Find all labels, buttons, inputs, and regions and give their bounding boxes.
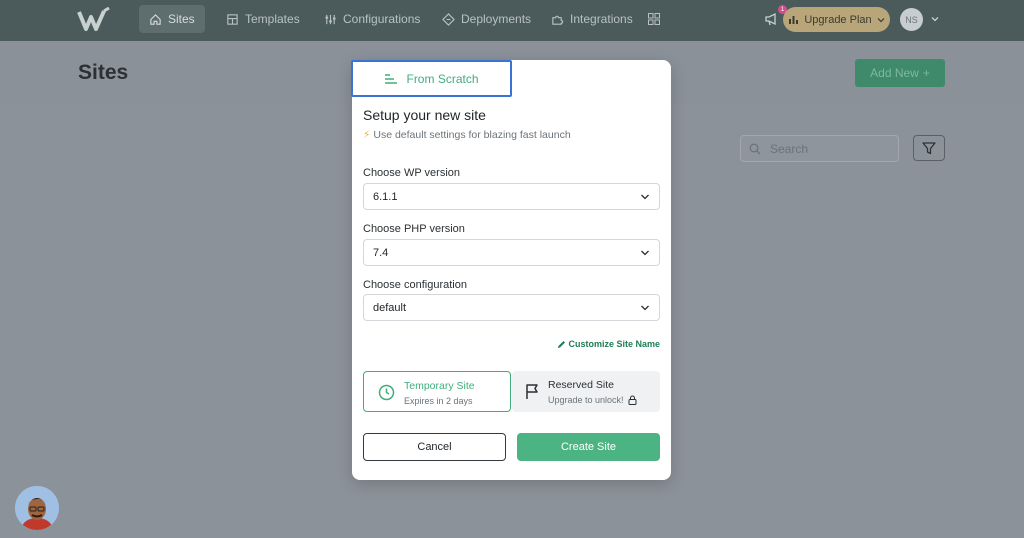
clock-icon: [378, 384, 395, 401]
plus-icon: +: [922, 66, 930, 80]
reserved-site-option[interactable]: Reserved Site Upgrade to unlock!: [512, 371, 660, 412]
filter-button[interactable]: [913, 135, 945, 161]
home-icon: [150, 13, 161, 25]
configuration-select[interactable]: default: [363, 294, 660, 321]
new-site-modal: From Scratch Setup your new site ⚡ Use d…: [351, 60, 671, 480]
search-icon: [749, 143, 761, 154]
nav-deployments-label: Deployments: [461, 12, 532, 26]
nav-configurations-label: Configurations: [343, 12, 421, 26]
upgrade-plan-label: Upgrade Plan: [804, 13, 872, 26]
upgrade-plan-button[interactable]: Upgrade Plan: [783, 7, 890, 32]
wp-version-select[interactable]: 6.1.1: [363, 183, 660, 210]
search-input[interactable]: Search: [740, 135, 899, 162]
sliders-icon: [325, 14, 336, 24]
customize-site-name-label: Customize Site Name: [568, 339, 660, 349]
megaphone-icon[interactable]: [764, 11, 780, 27]
cancel-button[interactable]: Cancel: [363, 433, 506, 461]
chevron-down-icon: [877, 17, 885, 22]
nav-sites[interactable]: Sites: [139, 5, 205, 33]
chevron-down-icon[interactable]: [930, 14, 940, 24]
tab-from-scratch-label: From Scratch: [406, 71, 479, 86]
add-new-button[interactable]: Add New +: [855, 59, 945, 87]
configuration-value: default: [373, 301, 407, 314]
temporary-site-title: Temporary Site: [404, 380, 475, 392]
pencil-icon: [558, 340, 566, 348]
nav-configurations[interactable]: Configurations: [314, 5, 430, 33]
nav-deployments[interactable]: Deployments: [432, 5, 541, 33]
nav-sites-label: Sites: [168, 12, 195, 26]
add-new-label: Add New: [870, 66, 919, 80]
wp-version-label: Choose WP version: [363, 167, 461, 179]
puzzle-icon: [552, 15, 564, 25]
person-icon: [15, 486, 59, 530]
modal-subtitle-text: Use default settings for blazing fast la…: [373, 129, 571, 141]
chevron-down-icon: [641, 194, 649, 200]
php-version-label: Choose PHP version: [363, 223, 465, 235]
nav-integrations[interactable]: Integrations: [541, 5, 643, 33]
page-title: Sites: [78, 61, 129, 84]
align-left-icon: [385, 73, 398, 84]
logo-icon[interactable]: [77, 7, 111, 33]
lightning-icon: ⚡: [363, 129, 371, 141]
bar-chart-icon: [789, 16, 799, 24]
create-site-button[interactable]: Create Site: [517, 433, 660, 461]
lock-icon: [628, 395, 637, 405]
nav-templates-label: Templates: [245, 12, 300, 26]
temporary-site-sub: Expires in 2 days: [404, 396, 473, 406]
user-avatar[interactable]: [15, 486, 59, 530]
user-avatar-initials[interactable]: NS: [900, 8, 923, 31]
php-version-value: 7.4: [373, 246, 389, 259]
filter-icon: [922, 141, 936, 154]
nav-integrations-label: Integrations: [570, 12, 633, 26]
modal-title: Setup your new site: [363, 107, 486, 123]
temporary-site-option[interactable]: Temporary Site Expires in 2 days: [363, 371, 511, 412]
php-version-select[interactable]: 7.4: [363, 239, 660, 266]
tab-from-scratch[interactable]: From Scratch: [351, 60, 512, 97]
search-placeholder: Search: [770, 141, 809, 156]
reserved-site-sub-text: Upgrade to unlock!: [548, 395, 624, 405]
deploy-icon: [442, 12, 455, 26]
chevron-down-icon: [641, 250, 649, 256]
customize-site-name-link[interactable]: Customize Site Name: [557, 339, 660, 349]
reserved-site-title: Reserved Site: [548, 379, 614, 391]
top-navbar: Sites Templates Configurations Deploymen…: [0, 0, 1024, 41]
wp-version-value: 6.1.1: [373, 190, 398, 203]
modal-subtitle: ⚡ Use default settings for blazing fast …: [363, 129, 571, 141]
grid-icon[interactable]: [648, 13, 660, 25]
flag-icon: [526, 384, 538, 399]
chevron-down-icon: [641, 305, 649, 311]
configuration-label: Choose configuration: [363, 279, 467, 291]
reserved-site-sub: Upgrade to unlock!: [548, 395, 637, 405]
nav-templates[interactable]: Templates: [216, 5, 310, 33]
template-icon: [227, 13, 238, 25]
